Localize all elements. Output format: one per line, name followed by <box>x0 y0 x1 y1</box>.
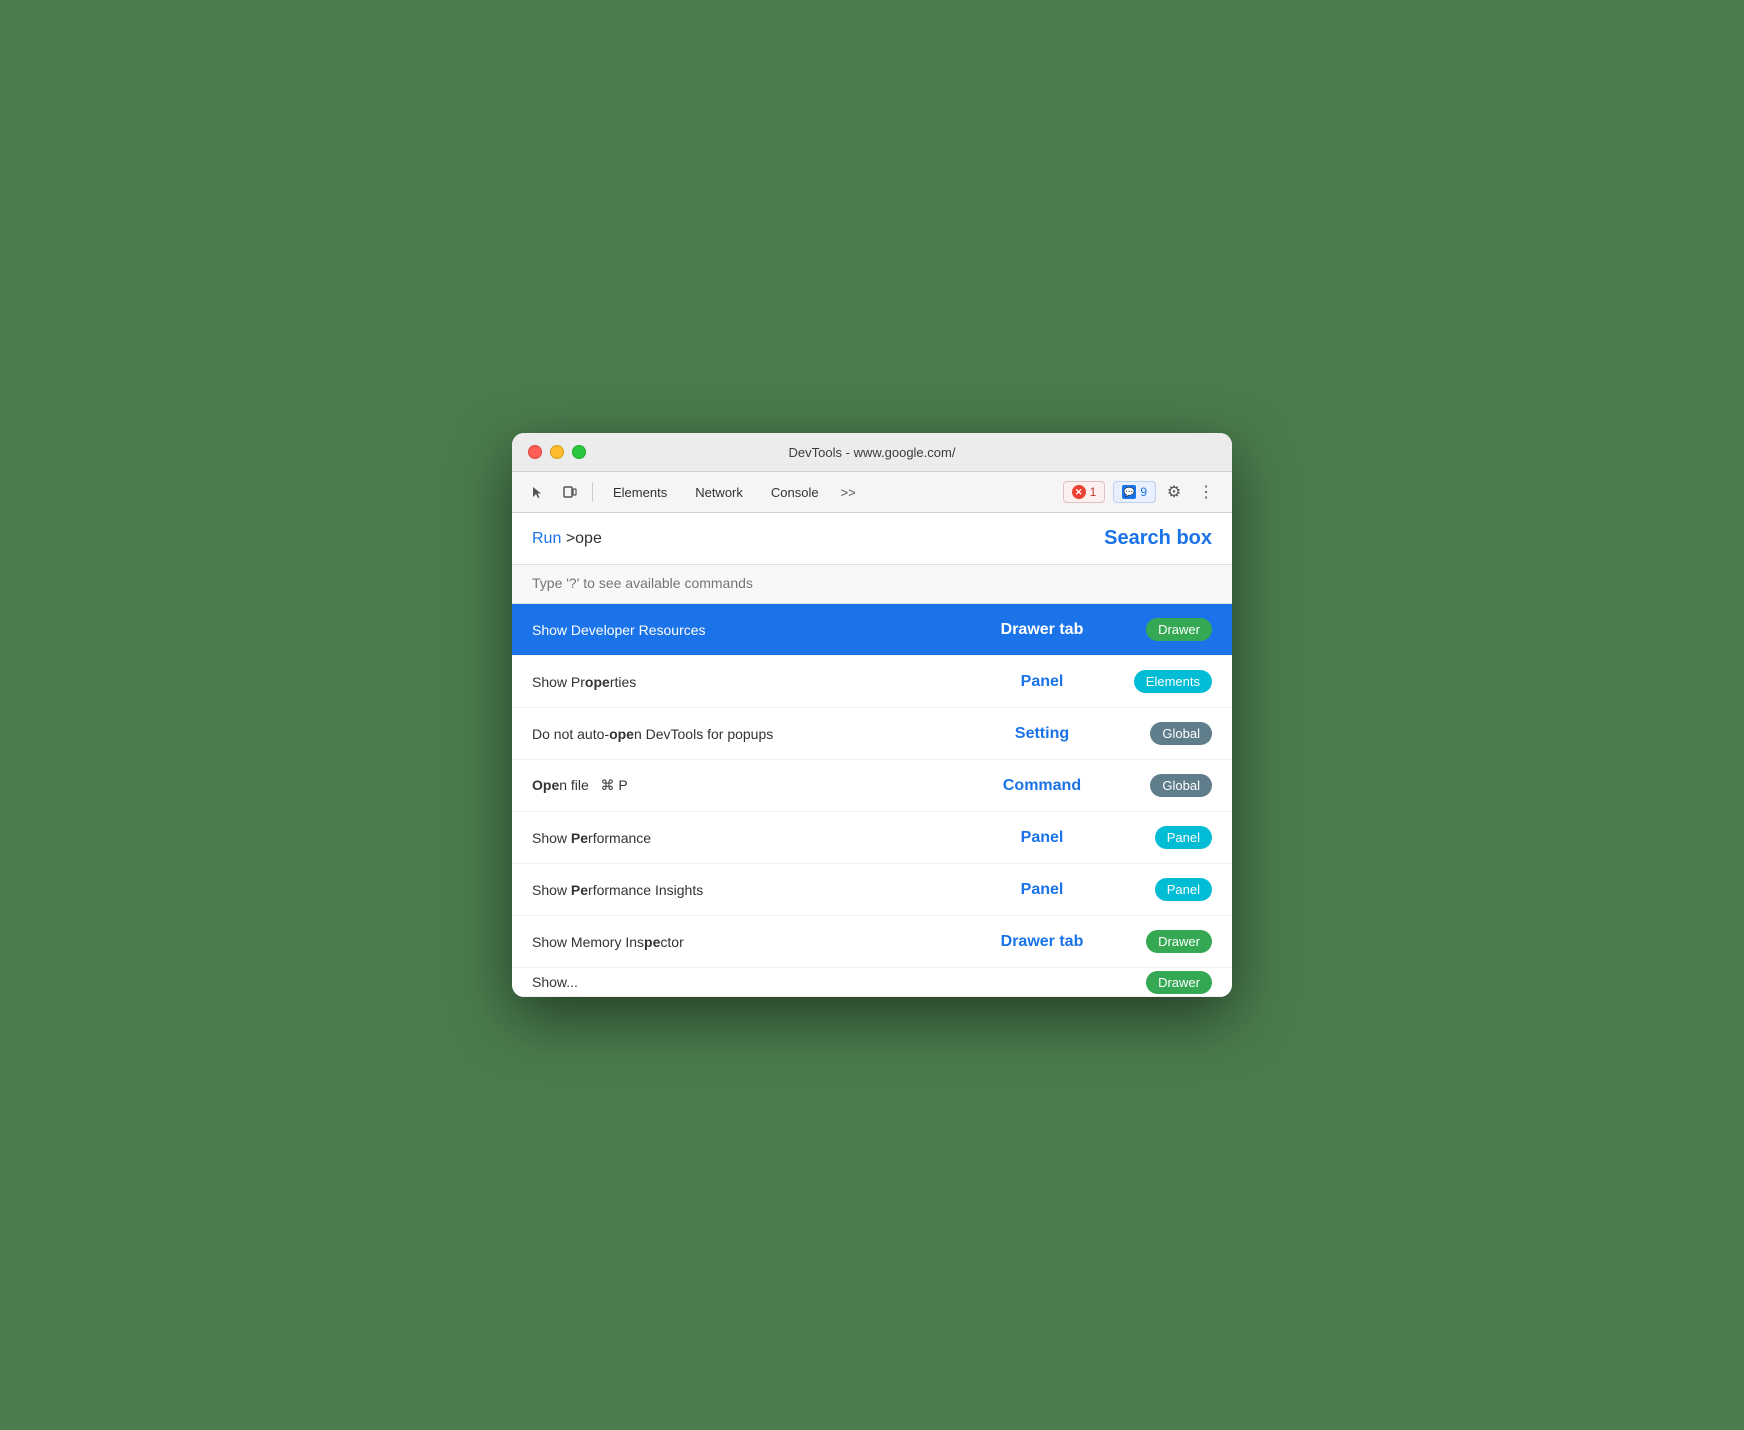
command-row-name-partial: Show... <box>532 974 962 990</box>
command-row-type-4: Panel <box>962 829 1122 847</box>
command-row-partial[interactable]: Show... Drawer <box>512 968 1232 997</box>
command-row-badge-5: Panel <box>1122 878 1212 901</box>
console-icon: 💬 <box>1122 485 1136 499</box>
command-row-name-2: Do not auto-open DevTools for popups <box>532 726 962 742</box>
query-text: >ope <box>566 530 602 547</box>
more-menu-icon[interactable]: ⋮ <box>1192 478 1220 506</box>
console-badge[interactable]: 💬 9 <box>1113 481 1156 503</box>
traffic-lights <box>528 445 586 459</box>
tab-console[interactable]: Console <box>759 481 831 504</box>
maximize-button[interactable] <box>572 445 586 459</box>
command-row-2[interactable]: Do not auto-open DevTools for popups Set… <box>512 708 1232 760</box>
command-row-badge-4: Panel <box>1122 826 1212 849</box>
title-bar: DevTools - www.google.com/ <box>512 433 1232 472</box>
badge-pill-4: Panel <box>1155 826 1212 849</box>
command-row-type-0: Drawer tab <box>962 621 1122 639</box>
command-row-type-3: Command <box>962 777 1122 795</box>
command-row-badge-3: Global <box>1122 774 1212 797</box>
command-row-name-3: Open file ⌘ P <box>532 777 962 794</box>
command-row-name-4: Show Performance <box>532 830 962 846</box>
command-row-3[interactable]: Open file ⌘ P Command Global <box>512 760 1232 812</box>
window-title: DevTools - www.google.com/ <box>789 445 956 460</box>
command-row-badge-2: Global <box>1122 722 1212 745</box>
command-row-type-6: Drawer tab <box>962 933 1122 951</box>
command-row-0[interactable]: Show Developer Resources Drawer tab Draw… <box>512 604 1232 656</box>
command-row-name-6: Show Memory Inspector <box>532 934 962 950</box>
command-row-badge-1: Elements <box>1122 670 1212 693</box>
console-count: 9 <box>1140 485 1147 499</box>
devtools-window: DevTools - www.google.com/ Elements Netw… <box>512 433 1232 997</box>
minimize-button[interactable] <box>550 445 564 459</box>
search-box-label: Search box <box>1104 527 1212 550</box>
toolbar: Elements Network Console >> ✕ 1 💬 9 ⚙ ⋮ <box>512 472 1232 513</box>
command-row-type-1: Panel <box>962 673 1122 691</box>
badge-pill-1: Elements <box>1134 670 1212 693</box>
command-row-5[interactable]: Show Performance Insights Panel Panel <box>512 864 1232 916</box>
error-badge[interactable]: ✕ 1 <box>1063 481 1106 503</box>
run-query: Run >ope <box>532 530 602 548</box>
run-label: Run <box>532 530 561 547</box>
badge-pill-6: Drawer <box>1146 930 1212 953</box>
more-tabs-button[interactable]: >> <box>835 481 862 504</box>
tab-network[interactable]: Network <box>683 481 755 504</box>
device-toggle-icon[interactable] <box>556 478 584 506</box>
command-row-badge-6: Drawer <box>1122 930 1212 953</box>
toolbar-divider-1 <box>592 482 593 502</box>
tab-elements[interactable]: Elements <box>601 481 679 504</box>
command-palette-header: Run >ope Search box <box>512 513 1232 565</box>
command-results-list: Show Developer Resources Drawer tab Draw… <box>512 604 1232 997</box>
badge-pill-3: Global <box>1150 774 1212 797</box>
command-search-input[interactable] <box>532 575 1212 591</box>
command-row-name-5: Show Performance Insights <box>532 882 962 898</box>
command-row-badge-0: Drawer <box>1122 618 1212 641</box>
command-row-1[interactable]: Show Properties Panel Elements <box>512 656 1232 708</box>
cursor-icon[interactable] <box>524 478 552 506</box>
error-icon: ✕ <box>1072 485 1086 499</box>
close-button[interactable] <box>528 445 542 459</box>
command-row-6[interactable]: Show Memory Inspector Drawer tab Drawer <box>512 916 1232 968</box>
badge-pill-5: Panel <box>1155 878 1212 901</box>
badge-pill-0: Drawer <box>1146 618 1212 641</box>
settings-icon[interactable]: ⚙ <box>1160 478 1188 506</box>
command-search-area <box>512 565 1232 604</box>
command-row-name-1: Show Properties <box>532 674 962 690</box>
command-row-type-5: Panel <box>962 881 1122 899</box>
command-row-4[interactable]: Show Performance Panel Panel <box>512 812 1232 864</box>
command-row-badge-partial: Drawer <box>1122 971 1212 994</box>
badge-pill-2: Global <box>1150 722 1212 745</box>
command-row-type-2: Setting <box>962 725 1122 743</box>
error-count: 1 <box>1090 485 1097 499</box>
badge-pill-partial: Drawer <box>1146 971 1212 994</box>
command-row-name-0: Show Developer Resources <box>532 622 962 638</box>
